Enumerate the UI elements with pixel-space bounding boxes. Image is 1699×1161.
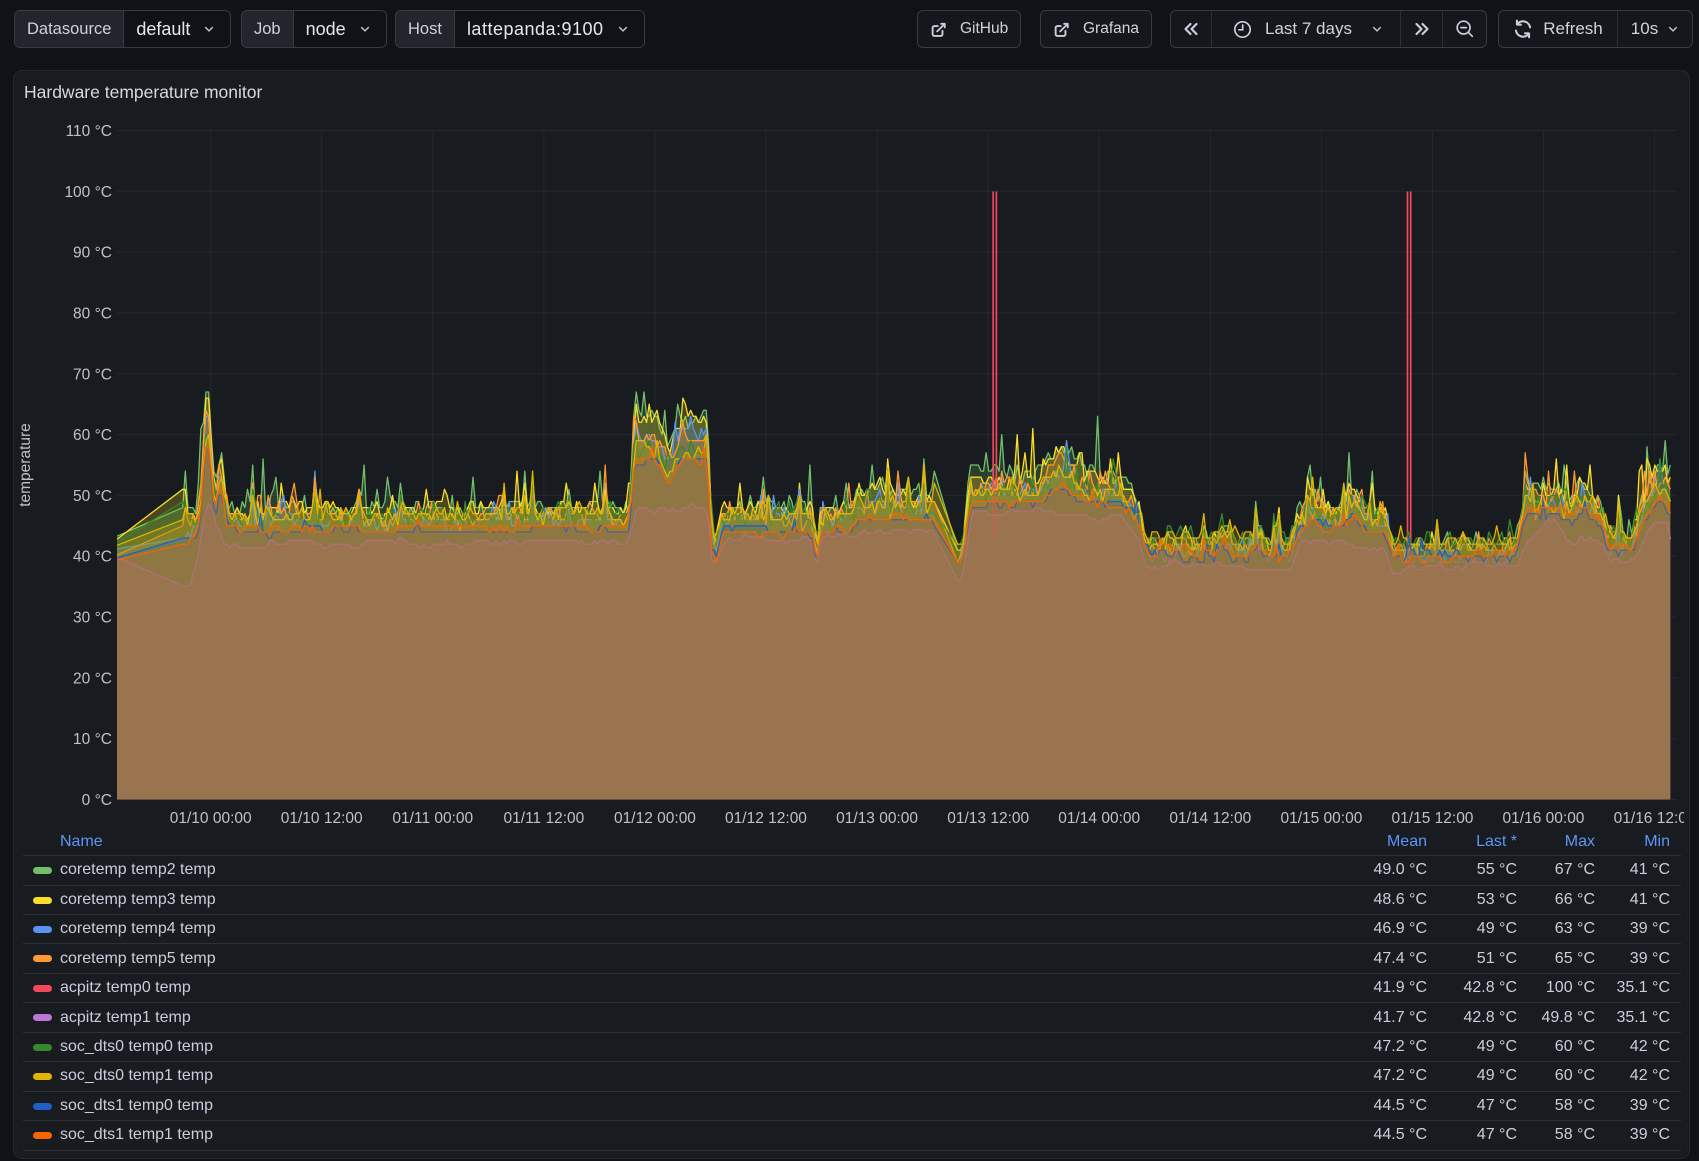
- svg-text:40 °C: 40 °C: [73, 549, 112, 566]
- svg-text:30 °C: 30 °C: [73, 610, 112, 627]
- svg-text:80 °C: 80 °C: [73, 306, 112, 323]
- svg-text:01/13 12:00: 01/13 12:00: [947, 810, 1029, 827]
- svg-text:01/15 12:00: 01/15 12:00: [1392, 810, 1474, 827]
- svg-text:01/10 00:00: 01/10 00:00: [170, 810, 252, 827]
- svg-text:01/14 12:00: 01/14 12:00: [1169, 810, 1251, 827]
- svg-text:01/12 12:00: 01/12 12:00: [725, 810, 807, 827]
- svg-text:01/12 00:00: 01/12 00:00: [614, 810, 696, 827]
- svg-text:110 °C: 110 °C: [66, 123, 112, 140]
- svg-text:70 °C: 70 °C: [73, 366, 112, 383]
- svg-text:01/14 00:00: 01/14 00:00: [1058, 810, 1140, 827]
- svg-text:100 °C: 100 °C: [64, 184, 112, 201]
- svg-text:90 °C: 90 °C: [73, 245, 112, 262]
- svg-text:01/13 00:00: 01/13 00:00: [836, 810, 918, 827]
- svg-text:10 °C: 10 °C: [73, 731, 112, 748]
- svg-text:01/16 12:00: 01/16 12:00: [1614, 810, 1696, 827]
- svg-text:50 °C: 50 °C: [73, 488, 112, 505]
- svg-text:01/11 12:00: 01/11 12:00: [504, 810, 585, 827]
- svg-text:60 °C: 60 °C: [73, 427, 112, 444]
- svg-text:temperature: temperature: [17, 423, 34, 507]
- svg-text:01/15 00:00: 01/15 00:00: [1280, 810, 1362, 827]
- svg-text:01/11 00:00: 01/11 00:00: [392, 810, 473, 827]
- svg-text:20 °C: 20 °C: [73, 670, 112, 687]
- svg-text:01/16 00:00: 01/16 00:00: [1503, 810, 1585, 827]
- svg-text:01/10 12:00: 01/10 12:00: [281, 810, 363, 827]
- svg-text:0 °C: 0 °C: [82, 792, 112, 809]
